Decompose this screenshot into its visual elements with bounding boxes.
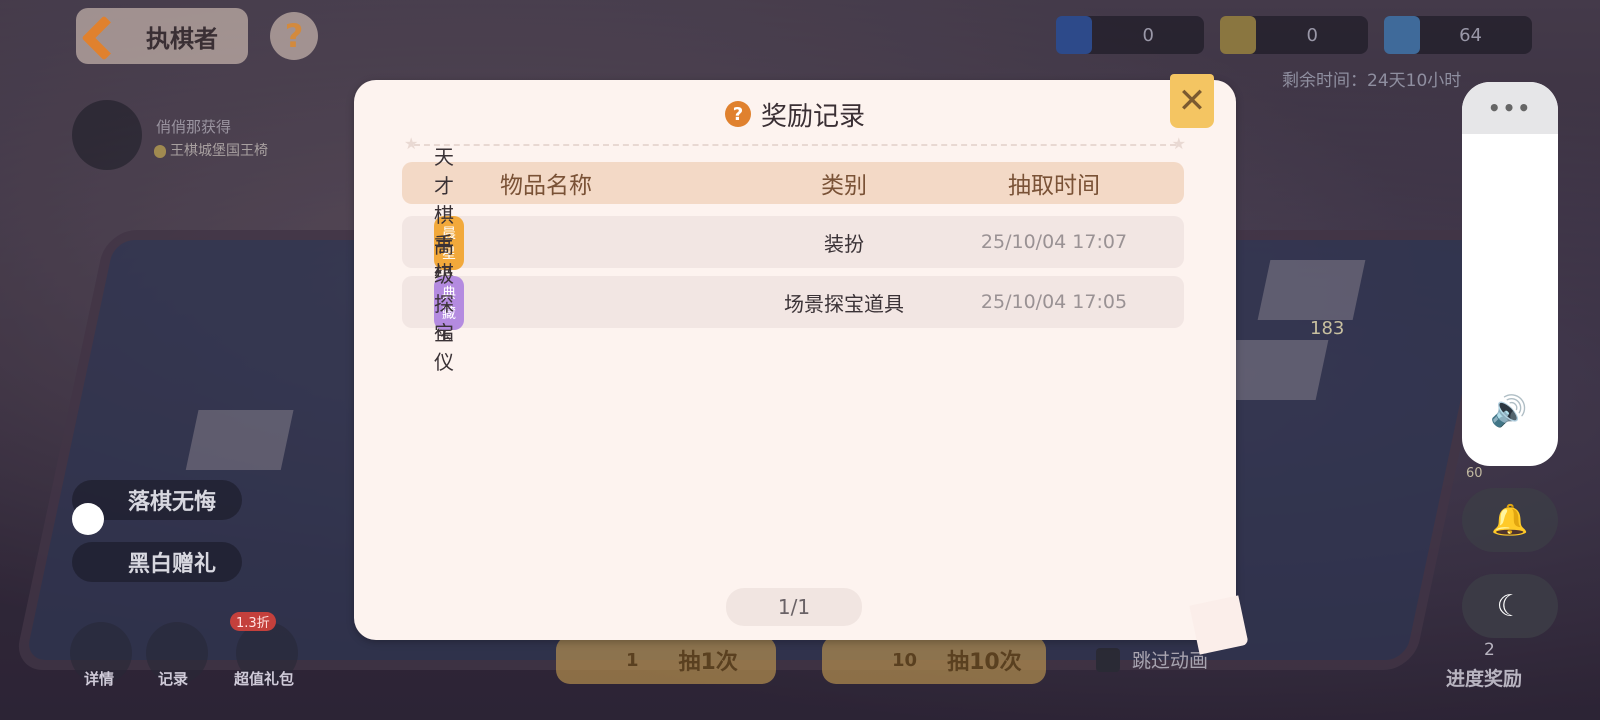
- obtained-tag: [154, 145, 166, 158]
- more-button[interactable]: •••: [1462, 82, 1558, 134]
- obtained-label: 俏俏那获得: [156, 118, 232, 136]
- modal-title: ? 奖励记录: [354, 94, 1236, 134]
- obtained-value: 王棋城堡国王椅: [154, 140, 268, 160]
- gem-icon: [1384, 16, 1420, 54]
- resource-counter: 0: [1220, 16, 1368, 54]
- page-indicator: 1/1: [726, 588, 862, 626]
- details-label: 详情: [84, 670, 115, 688]
- time-cell: 25/10/04 17:05: [980, 291, 1128, 313]
- column-header-time: 抽取时间: [1008, 173, 1100, 199]
- speaker-icon[interactable]: 🔊: [1490, 394, 1527, 429]
- star-icon: ★: [1171, 134, 1186, 153]
- progress-reward-button[interactable]: 进度奖励: [1446, 664, 1522, 691]
- table-row: 晨星 天才棋手棋盘裙 装扮 25/10/04 17:07: [402, 145, 1184, 343]
- draw-1-button[interactable]: 1 抽1次: [556, 636, 776, 684]
- question-icon: ?: [724, 101, 751, 127]
- page-fold: [1189, 595, 1249, 655]
- modal-title-text: 奖励记录: [760, 101, 865, 132]
- resource-counter: 64: [1384, 16, 1532, 54]
- gift-pack-badge: 1.3折: [230, 612, 276, 631]
- more-icon: •••: [1487, 96, 1533, 120]
- skip-animation-toggle[interactable]: 跳过动画: [1096, 646, 1208, 673]
- floating-assist-dot[interactable]: [72, 503, 104, 535]
- title-divider: [414, 144, 1176, 146]
- close-button[interactable]: ✕: [1170, 74, 1214, 128]
- bell-button[interactable]: 🔔: [1462, 488, 1558, 552]
- table-row: 典藏 高级探宝仪 场景探宝道具 25/10/04 17:05: [402, 234, 1184, 374]
- volume-panel[interactable]: ••• 🔊: [1462, 82, 1558, 466]
- tag-black-white-gift[interactable]: 黑白赠礼: [72, 542, 242, 582]
- draw-10-button[interactable]: 10 抽10次: [822, 636, 1046, 684]
- reward-record-modal: ? 奖励记录 ★ ★ ✕ 物品名称 类别 抽取时间 晨星 天才棋手棋盘裙 装扮 …: [354, 74, 1249, 655]
- remaining-time: 剩余时间：24天10小时: [1282, 71, 1462, 91]
- role-button[interactable]: 执棋者: [76, 8, 248, 64]
- bell-icon: 🔔: [1491, 502, 1529, 538]
- record-label: 记录: [158, 670, 189, 688]
- help-button[interactable]: ?: [270, 12, 318, 60]
- skip-checkbox[interactable]: [1096, 647, 1120, 672]
- column-header-category: 类别: [821, 173, 867, 199]
- table-header: 物品名称 类别 抽取时间: [402, 162, 1184, 204]
- player-avatar-icon[interactable]: [72, 100, 142, 170]
- side-count: 60: [1466, 466, 1483, 481]
- gift-count: 183: [1310, 318, 1345, 339]
- moon-icon: ☾: [1496, 588, 1524, 624]
- role-label: 执棋者: [146, 24, 218, 53]
- crown-piece-icon: [1220, 16, 1256, 54]
- column-header-name: 物品名称: [500, 173, 592, 199]
- gift-pack-label: 超值礼包: [234, 670, 295, 688]
- chess-piece-icon: [1056, 16, 1092, 54]
- back-arrow-icon[interactable]: [82, 16, 122, 56]
- progress-count: 2: [1484, 640, 1495, 660]
- moon-button[interactable]: ☾: [1462, 574, 1558, 638]
- time-cell: 25/10/04 17:07: [980, 231, 1128, 253]
- category-cell: 装扮: [824, 231, 864, 256]
- resource-counter: 0: [1056, 16, 1204, 54]
- category-cell: 场景探宝道具: [784, 291, 904, 316]
